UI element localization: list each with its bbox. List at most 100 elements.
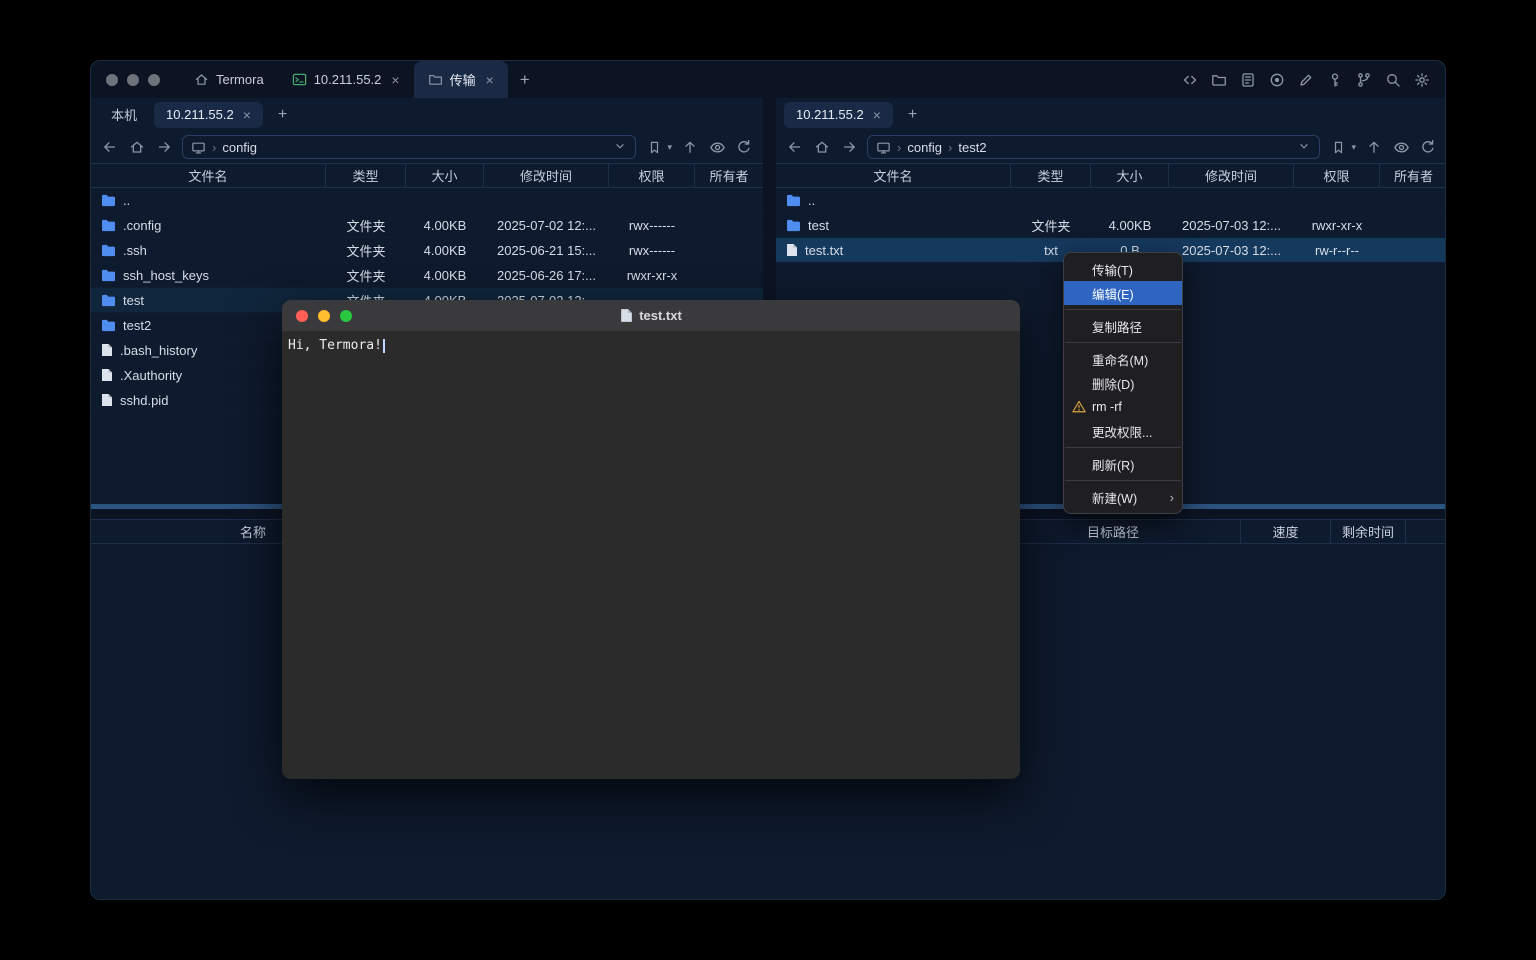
bookmark-icon[interactable] [1329, 138, 1347, 156]
column-header[interactable]: 权限 [609, 164, 695, 187]
file-row[interactable]: ssh_host_keys文件夹4.00KB2025-06-26 17:...r… [91, 263, 763, 288]
column-header[interactable]: 权限 [1294, 164, 1380, 187]
file-permissions: rw-r--r-- [1294, 243, 1380, 258]
column-header[interactable]: 所有者 [1380, 164, 1446, 187]
menu-item[interactable]: 重命名(M) [1064, 347, 1182, 371]
refresh-icon[interactable] [1419, 138, 1437, 156]
refresh-icon[interactable] [735, 138, 753, 156]
column-header[interactable]: 剩余时间 [1331, 520, 1406, 543]
column-header[interactable]: 修改时间 [1169, 164, 1294, 187]
path-input[interactable]: › config [182, 135, 636, 159]
menu-item[interactable]: 编辑(E) [1064, 281, 1182, 305]
column-header[interactable]: 大小 [406, 164, 484, 187]
home-button[interactable] [128, 138, 146, 156]
close-tab-icon[interactable]: × [873, 108, 881, 122]
file-name: .Xauthority [120, 368, 182, 383]
new-panel-tab-button[interactable]: + [898, 106, 927, 124]
chevron-down-icon[interactable] [613, 139, 627, 156]
menu-item[interactable]: 删除(D) [1064, 371, 1182, 395]
tab-termora[interactable]: Termora [180, 61, 278, 98]
menu-item-label: rm -rf [1092, 400, 1122, 414]
tab-host-session[interactable]: 10.211.55.2 × [278, 61, 414, 98]
editor-title-text: test.txt [639, 308, 682, 323]
column-header[interactable]: 大小 [1091, 164, 1169, 187]
file-row[interactable]: .. [91, 188, 763, 213]
bookmark-caret-icon[interactable]: ▾ [1351, 142, 1356, 153]
editor-titlebar[interactable]: test.txt [282, 300, 1020, 331]
new-panel-tab-button[interactable]: + [268, 106, 297, 124]
file-row[interactable]: .ssh文件夹4.00KB2025-06-21 15:...rwx------ [91, 238, 763, 263]
submenu-arrow-icon: › [1170, 490, 1174, 505]
window-zoom-button[interactable] [148, 74, 160, 86]
file-table-header: 文件名 类型 大小 修改时间 权限 所有者 [91, 163, 763, 188]
parent-directory-button[interactable] [1365, 138, 1383, 156]
tab-local-machine[interactable]: 本机 [99, 102, 149, 128]
back-button[interactable] [101, 138, 119, 156]
column-header-spacer [1406, 520, 1446, 543]
parent-directory-button[interactable] [681, 138, 699, 156]
column-header[interactable]: 速度 [1241, 520, 1331, 543]
right-panel-tab-bar: 10.211.55.2 × + [776, 98, 1446, 131]
close-tab-icon[interactable]: × [243, 108, 251, 122]
key-icon[interactable] [1326, 71, 1344, 89]
back-button[interactable] [786, 138, 804, 156]
bookmark-caret-icon[interactable]: ▾ [667, 142, 672, 153]
file-permissions: rwx------ [609, 218, 695, 233]
document-icon [620, 308, 633, 323]
close-tab-icon[interactable]: × [391, 73, 399, 87]
window-zoom-button[interactable] [340, 310, 352, 322]
computer-icon [876, 140, 891, 155]
path-segment[interactable]: config [222, 140, 257, 155]
branch-icon[interactable] [1355, 71, 1373, 89]
file-row[interactable]: .config文件夹4.00KB2025-07-02 12:...rwx----… [91, 213, 763, 238]
editor-content[interactable]: Hi, Termora! [282, 331, 1020, 779]
show-hidden-eye-icon[interactable] [1392, 138, 1410, 156]
file-row[interactable]: .. [776, 188, 1446, 213]
code-icon[interactable] [1181, 71, 1199, 89]
file-icon [101, 368, 113, 382]
window-minimize-button[interactable] [318, 310, 330, 322]
tab-label: 本机 [111, 105, 137, 124]
file-row[interactable]: test文件夹4.00KB2025-07-03 12:...rwxr-xr-x [776, 213, 1446, 238]
column-header[interactable]: 类型 [326, 164, 406, 187]
path-input[interactable]: › config › test2 [867, 135, 1320, 159]
file-permissions: rwxr-xr-x [609, 268, 695, 283]
search-icon[interactable] [1384, 71, 1402, 89]
menu-separator [1065, 480, 1181, 481]
forward-button[interactable] [155, 138, 173, 156]
menu-item-label: 复制路径 [1092, 317, 1142, 336]
window-close-button[interactable] [296, 310, 308, 322]
column-header[interactable]: 文件名 [91, 164, 326, 187]
chevron-down-icon[interactable] [1297, 139, 1311, 156]
column-header[interactable]: 类型 [1011, 164, 1091, 187]
column-header[interactable]: 所有者 [695, 164, 763, 187]
menu-item[interactable]: 新建(W)› [1064, 485, 1182, 509]
window-minimize-button[interactable] [127, 74, 139, 86]
column-header[interactable]: 目标路径 [986, 520, 1241, 543]
bookmark-icon[interactable] [645, 138, 663, 156]
path-segment[interactable]: test2 [958, 140, 986, 155]
menu-item[interactable]: 更改权限... [1064, 419, 1182, 443]
pencil-icon[interactable] [1297, 71, 1315, 89]
settings-gear-icon[interactable] [1413, 71, 1431, 89]
column-header[interactable]: 修改时间 [484, 164, 609, 187]
menu-item[interactable]: 刷新(R) [1064, 452, 1182, 476]
tab-remote-host[interactable]: 10.211.55.2 × [154, 102, 263, 128]
forward-button[interactable] [840, 138, 858, 156]
folder-icon[interactable] [1210, 71, 1228, 89]
menu-item[interactable]: rm -rf [1064, 395, 1182, 419]
tab-transfer[interactable]: 传输 × [414, 61, 508, 98]
menu-item[interactable]: 复制路径 [1064, 314, 1182, 338]
path-segment[interactable]: config [907, 140, 942, 155]
new-tab-button[interactable]: + [508, 61, 542, 98]
column-header[interactable]: 文件名 [776, 164, 1011, 187]
record-icon[interactable] [1268, 71, 1286, 89]
close-tab-icon[interactable]: × [486, 73, 494, 87]
tab-remote-host[interactable]: 10.211.55.2 × [784, 102, 893, 128]
show-hidden-eye-icon[interactable] [708, 138, 726, 156]
file-name: .ssh [123, 243, 147, 258]
log-notes-icon[interactable] [1239, 71, 1257, 89]
window-close-button[interactable] [106, 74, 118, 86]
home-button[interactable] [813, 138, 831, 156]
menu-item[interactable]: 传输(T) [1064, 257, 1182, 281]
